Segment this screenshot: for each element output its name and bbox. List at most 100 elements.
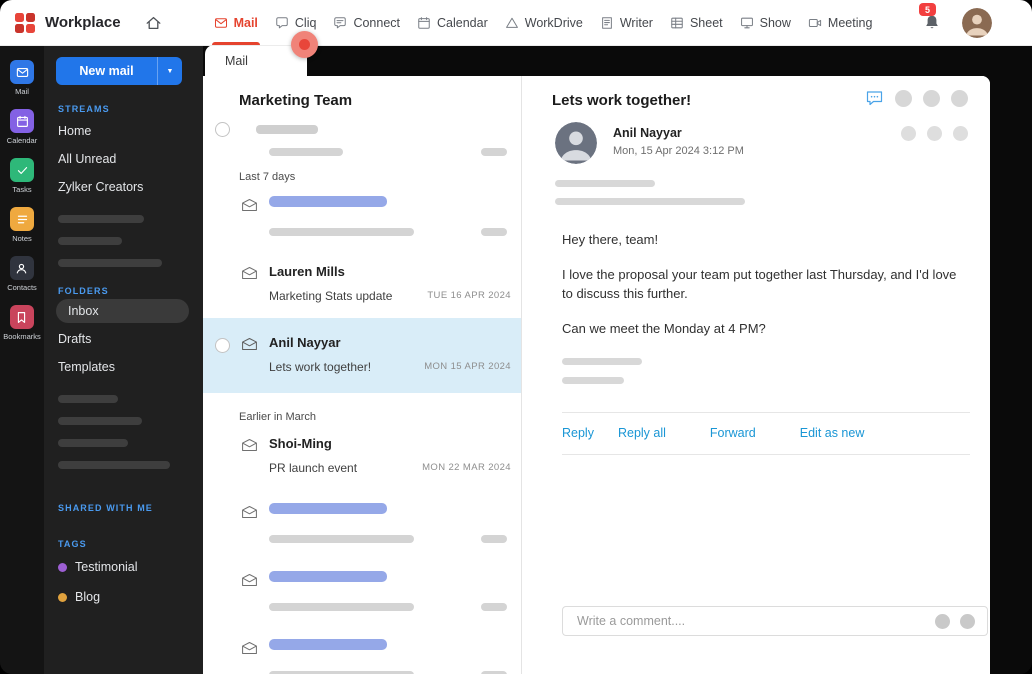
nav-label: Sheet <box>689 15 723 30</box>
sidebar-item-templates[interactable]: Templates <box>56 353 203 381</box>
sidebar-item-inbox[interactable]: Inbox <box>56 299 189 323</box>
rail-item-contacts[interactable]: Contacts <box>7 256 37 292</box>
chevron-down-icon[interactable]: ▼ <box>157 57 182 85</box>
skeleton-bar <box>256 125 318 134</box>
bookmarks-app-icon <box>9 305 34 329</box>
nav-item-mail[interactable]: Mail <box>211 0 261 45</box>
mail-list-panel: Marketing Team Last 7 days Lauren Mills … <box>203 76 522 674</box>
sidebar-item-all-unread[interactable]: All Unread <box>56 145 203 173</box>
envelope-icon <box>241 438 258 457</box>
mail-list-title: Marketing Team <box>239 92 353 109</box>
checkbox-circle[interactable] <box>215 338 230 353</box>
sender-avatar <box>555 122 597 164</box>
rail-item-notes[interactable]: Notes <box>10 207 34 243</box>
mail-app-icon <box>10 60 34 84</box>
checkbox-circle[interactable] <box>215 122 230 137</box>
skeleton-bar <box>269 503 387 514</box>
sidebar-item-zylker-creators[interactable]: Zylker Creators <box>56 173 203 201</box>
rail-item-mail[interactable]: Mail <box>10 60 34 96</box>
mail-row-skeleton[interactable] <box>203 183 521 251</box>
skeleton-bar <box>481 148 507 156</box>
rail-label: Notes <box>12 234 32 243</box>
tag-item-blog[interactable]: Blog <box>56 582 203 612</box>
spreadsheet-icon <box>671 17 683 28</box>
reply-link[interactable]: Reply <box>562 426 594 440</box>
mail-row[interactable]: Lauren Mills Marketing Stats update TUE … <box>203 251 521 318</box>
nav-item-workdrive[interactable]: WorkDrive <box>505 0 583 45</box>
notes-app-icon <box>10 207 34 231</box>
skeleton-bar <box>562 377 624 385</box>
reply-all-link[interactable]: Reply all <box>618 426 666 440</box>
topbar-right: 5 <box>919 3 1032 38</box>
notifications-button[interactable]: 5 <box>919 3 940 31</box>
tab-row: Mail <box>203 45 990 76</box>
skeleton-bar <box>269 196 387 207</box>
nav-item-writer[interactable]: Writer <box>600 0 653 45</box>
skeleton-bar <box>269 228 414 236</box>
sidebar-item-home[interactable]: Home <box>56 117 203 145</box>
skeleton-bar <box>481 535 507 543</box>
avatar-placeholder <box>953 126 968 141</box>
click-indicator <box>291 31 318 58</box>
group-label: Last 7 days <box>239 171 296 183</box>
toolbar-circle-button[interactable] <box>923 90 940 107</box>
writer-document-icon <box>601 16 612 29</box>
app-rail: Mail Calendar Tasks Notes Contacts Bookm… <box>0 45 44 674</box>
rail-label: Bookmarks <box>3 332 41 341</box>
tag-color-dot <box>58 562 67 572</box>
presentation-icon <box>740 17 753 28</box>
mail-row-skeleton[interactable] <box>203 558 521 626</box>
comment-input[interactable] <box>575 613 925 629</box>
mail-row[interactable]: Shoi-Ming PR launch event MON 22 MAR 202… <box>203 423 521 490</box>
skeleton-bar <box>58 461 170 469</box>
nav-label: Cliq <box>294 15 317 30</box>
mail-row-skeleton[interactable] <box>203 626 521 674</box>
edit-as-new-link[interactable]: Edit as new <box>800 426 865 440</box>
mail-date: TUE 16 APR 2024 <box>427 290 511 301</box>
mail-row-selected[interactable]: Anil Nayyar Lets work together! MON 15 A… <box>203 318 521 393</box>
envelope-icon <box>241 641 258 660</box>
envelope-icon <box>241 573 258 592</box>
chat-bubble-icon <box>276 16 288 28</box>
home-button[interactable] <box>145 15 162 31</box>
nav-item-meeting[interactable]: Meeting <box>808 0 872 45</box>
skeleton-bar <box>562 358 642 366</box>
mail-row-skeleton[interactable] <box>203 490 521 558</box>
brand[interactable]: Workplace <box>0 12 121 34</box>
new-mail-button[interactable]: New mail ▼ <box>56 57 182 85</box>
message-toolbar <box>865 90 970 107</box>
nav-item-show[interactable]: Show <box>740 0 791 45</box>
comment-icon[interactable] <box>865 90 884 107</box>
nav-item-connect[interactable]: Connect <box>333 0 400 45</box>
nav-label: Connect <box>353 15 401 30</box>
nav-label: WorkDrive <box>524 15 583 30</box>
mail-sender: Anil Nayyar <box>269 335 341 350</box>
tag-label: Blog <box>75 590 101 604</box>
comment-circle-button[interactable] <box>935 613 950 629</box>
toolbar-circle-button[interactable] <box>895 90 912 107</box>
nav-item-sheet[interactable]: Sheet <box>670 0 723 45</box>
tag-item-testimonial[interactable]: Testimonial <box>56 552 203 582</box>
toolbar-circle-button[interactable] <box>951 90 968 107</box>
topbar: Workplace Mail Cliq Connect Calendar Wor… <box>0 0 1032 46</box>
tag-label: Testimonial <box>75 560 138 574</box>
nav-label: Mail <box>233 15 258 30</box>
user-avatar[interactable] <box>962 7 992 38</box>
contacts-app-icon <box>9 256 34 280</box>
skeleton-bar <box>269 535 414 543</box>
comment-circle-button[interactable] <box>960 613 975 629</box>
sender-block: Anil Nayyar Mon, 15 Apr 2024 3:12 PM <box>552 122 970 164</box>
forward-link[interactable]: Forward <box>710 426 756 440</box>
rail-item-tasks[interactable]: Tasks <box>10 158 34 194</box>
reading-pane: Lets work together! Anil Nayyar Mon, 15 … <box>522 76 990 674</box>
rail-label: Calendar <box>6 136 38 145</box>
skeleton-bar <box>269 639 387 650</box>
rail-item-bookmarks[interactable]: Bookmarks <box>3 305 41 341</box>
nav-item-calendar[interactable]: Calendar <box>417 0 488 45</box>
home-icon <box>145 15 162 31</box>
rail-item-calendar[interactable]: Calendar <box>7 109 37 145</box>
sidebar-item-drafts[interactable]: Drafts <box>56 325 203 353</box>
envelope-icon <box>241 198 258 217</box>
skeleton-bar <box>58 215 144 223</box>
video-camera-icon <box>808 18 822 27</box>
